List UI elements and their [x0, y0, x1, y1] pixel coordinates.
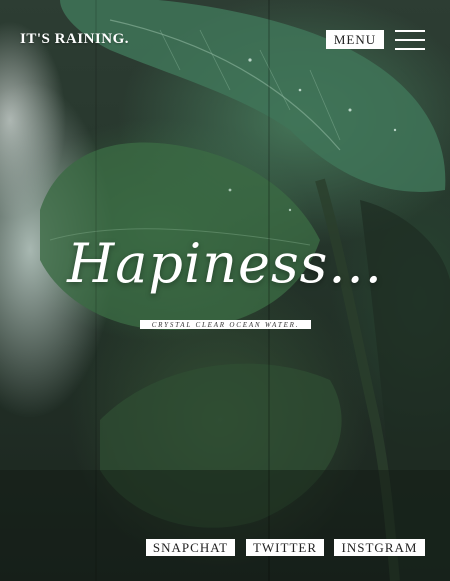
twitter-link[interactable]: TWITTER — [246, 539, 324, 556]
hero-title: Hapiness... — [67, 232, 383, 295]
snapchat-link[interactable]: SNAPCHAT — [146, 539, 235, 556]
hamburger-menu-icon[interactable] — [395, 30, 425, 50]
instagram-link[interactable]: INSTGRAM — [334, 539, 425, 556]
brand-title[interactable]: IT'S RAINING. — [20, 31, 129, 48]
menu-button[interactable]: MENU — [326, 30, 384, 49]
hero-tagline: CRYSTAL CLEAR OCEAN WATER. — [140, 320, 311, 329]
